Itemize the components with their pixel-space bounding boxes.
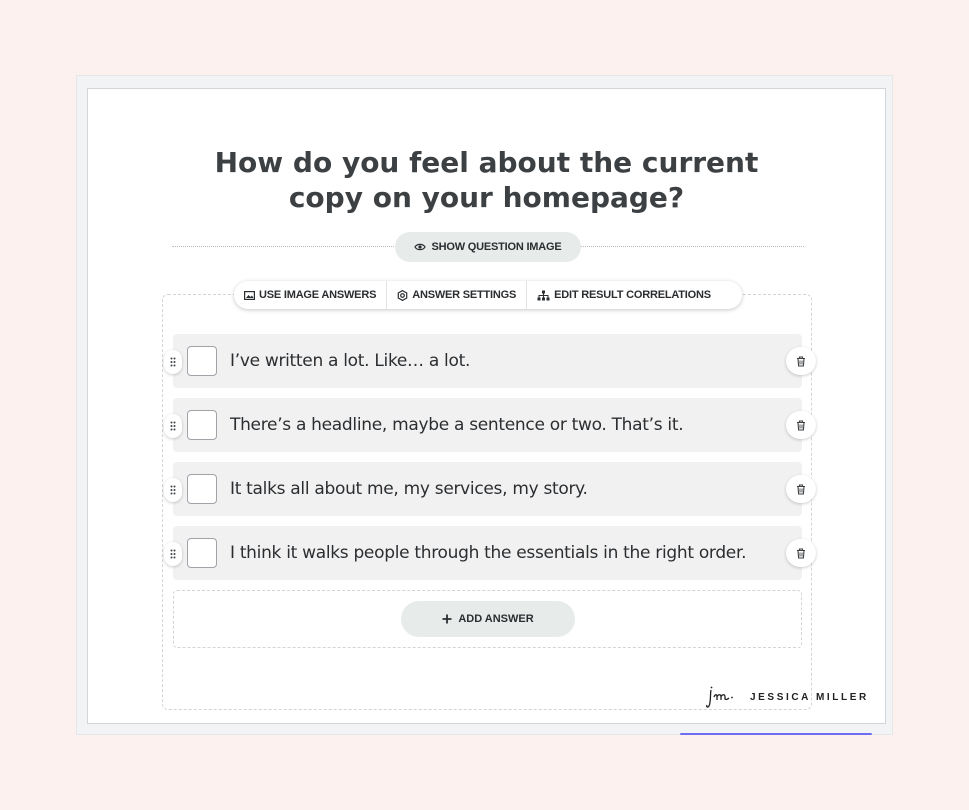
answers-toolbar: USE IMAGE ANSWERS ANSWER SETTINGS EDIT R… bbox=[234, 281, 742, 309]
accent-line bbox=[680, 733, 872, 735]
answer-checkbox[interactable] bbox=[187, 538, 217, 568]
image-icon bbox=[244, 290, 255, 300]
trash-icon[interactable] bbox=[786, 539, 816, 567]
edit-result-correlations-button[interactable]: EDIT RESULT CORRELATIONS bbox=[527, 281, 721, 309]
drag-handle-icon[interactable] bbox=[164, 542, 182, 566]
show-question-image-button[interactable]: SHOW QUESTION IMAGE bbox=[395, 232, 581, 262]
answer-text[interactable]: There’s a headline, maybe a sentence or … bbox=[230, 398, 684, 452]
monogram-logo bbox=[706, 686, 733, 708]
gear-icon bbox=[397, 289, 408, 301]
answer-checkbox[interactable] bbox=[187, 346, 217, 376]
brand-name: JESSICA MILLER bbox=[750, 691, 869, 703]
answer-row: I’ve written a lot. Like… a lot. bbox=[164, 334, 816, 388]
eye-icon bbox=[414, 243, 427, 251]
quiz-editor-card: How do you feel about the current copy o… bbox=[76, 75, 893, 735]
answer-text[interactable]: I’ve written a lot. Like… a lot. bbox=[230, 334, 470, 388]
sitemap-icon bbox=[537, 290, 550, 300]
add-answer-label: ADD ANSWER bbox=[458, 613, 534, 625]
answer-text[interactable]: I think it walks people through the esse… bbox=[230, 526, 747, 580]
drag-handle-icon[interactable] bbox=[164, 478, 182, 502]
answer-checkbox[interactable] bbox=[187, 410, 217, 440]
answer-text[interactable]: It talks all about me, my services, my s… bbox=[230, 462, 588, 516]
drag-handle-icon[interactable] bbox=[164, 350, 182, 374]
trash-icon[interactable] bbox=[786, 347, 816, 375]
question-panel: How do you feel about the current copy o… bbox=[87, 88, 886, 724]
answer-row: I think it walks people through the esse… bbox=[164, 526, 816, 580]
show-question-image-label: SHOW QUESTION IMAGE bbox=[431, 241, 562, 253]
plus-icon bbox=[442, 614, 452, 624]
answer-settings-label: ANSWER SETTINGS bbox=[412, 289, 517, 301]
add-answer-button[interactable]: ADD ANSWER bbox=[401, 601, 575, 637]
drag-handle-icon[interactable] bbox=[164, 414, 182, 438]
answer-checkbox[interactable] bbox=[187, 474, 217, 504]
answer-settings-button[interactable]: ANSWER SETTINGS bbox=[387, 281, 526, 309]
trash-icon[interactable] bbox=[786, 475, 816, 503]
trash-icon[interactable] bbox=[786, 411, 816, 439]
use-image-answers-label: USE IMAGE ANSWERS bbox=[259, 289, 377, 301]
add-answer-area: ADD ANSWER bbox=[173, 590, 802, 648]
brand-logo: JESSICA MILLER bbox=[706, 684, 869, 710]
use-image-answers-button[interactable]: USE IMAGE ANSWERS bbox=[234, 281, 386, 309]
edit-result-correlations-label: EDIT RESULT CORRELATIONS bbox=[554, 289, 711, 301]
answer-row: There’s a headline, maybe a sentence or … bbox=[164, 398, 816, 452]
question-title[interactable]: How do you feel about the current copy o… bbox=[88, 145, 885, 215]
answer-row: It talks all about me, my services, my s… bbox=[164, 462, 816, 516]
